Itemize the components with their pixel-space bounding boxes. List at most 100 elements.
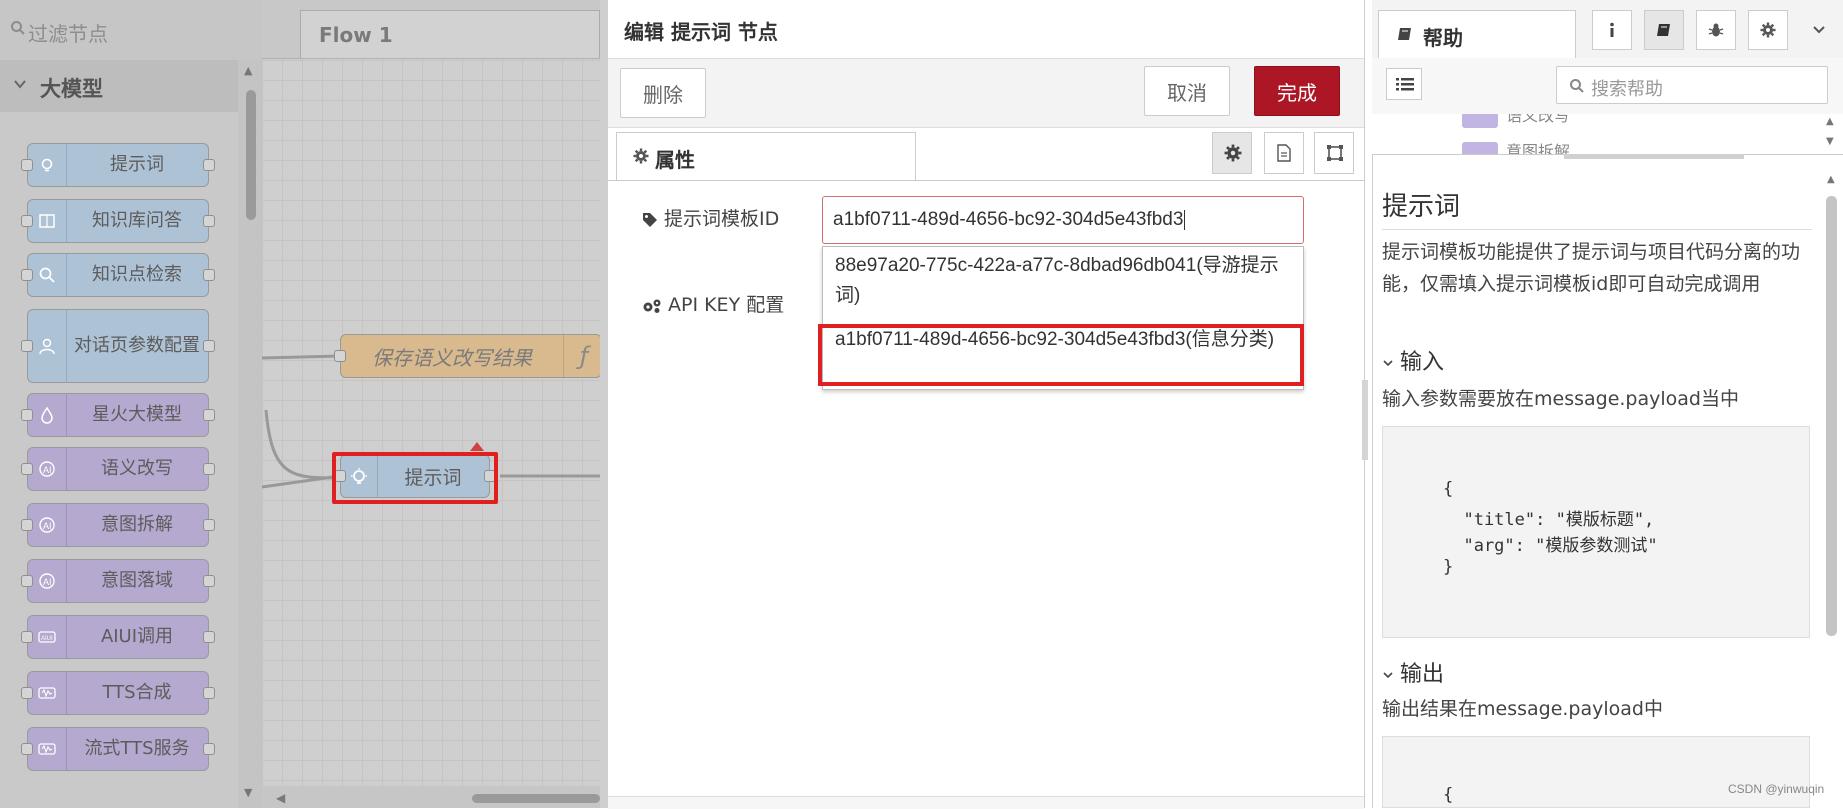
tree-resize-handle[interactable]	[1564, 154, 1744, 159]
scroll-down-icon[interactable]: ▼	[244, 786, 252, 799]
palette-node[interactable]: 知识库问答	[21, 199, 215, 243]
category-header-llm[interactable]: 大模型	[0, 60, 238, 112]
palette-node[interactable]: 流式TTS服务	[21, 727, 215, 771]
wire	[262, 354, 341, 360]
help-search-input[interactable]: 搜索帮助	[1556, 66, 1828, 104]
sidebar-menu-button[interactable]	[1800, 10, 1840, 50]
palette-node[interactable]: AI 语义改写	[21, 447, 215, 491]
info-tab-button[interactable]	[1592, 10, 1632, 50]
svg-text:AI: AI	[43, 465, 52, 475]
bug-icon	[1708, 23, 1724, 37]
node-iconbox	[28, 394, 67, 436]
help-tree: 语义改写 意图拆解	[1372, 114, 1843, 155]
debug-tab-button[interactable]	[1696, 10, 1736, 50]
node-description-button[interactable]	[1264, 132, 1304, 174]
toc-toggle-button[interactable]	[1386, 68, 1422, 100]
ai-icon: AI	[39, 461, 55, 477]
palette-node-label: 语义改写	[101, 457, 173, 479]
book-icon	[1657, 24, 1670, 36]
delete-button[interactable]: 删除	[620, 68, 706, 118]
code-line: "title": "模版标题",	[1443, 510, 1655, 530]
palette-scrollbar[interactable]: ▲ ▼	[238, 60, 262, 808]
help-scrollbar[interactable]: ▲	[1822, 170, 1842, 808]
node-appearance-button[interactable]	[1314, 132, 1354, 174]
palette-node[interactable]: AIUI AIUI调用	[21, 615, 215, 659]
template-id-input[interactable]: a1bf0711-489d-4656-bc92-304d5e43fbd3	[822, 196, 1304, 244]
tray-resize-handle[interactable]	[1362, 380, 1368, 460]
node-iconbox: AI	[28, 504, 67, 546]
palette-node-label: 对话页参数配置	[74, 334, 200, 356]
palette-node[interactable]: 提示词	[21, 143, 215, 187]
palette-filter-placeholder: 过滤节点	[28, 22, 108, 46]
output-port	[203, 340, 215, 352]
cancel-button[interactable]: 取消	[1144, 66, 1230, 116]
gear-icon	[633, 148, 649, 164]
tab-help[interactable]: 帮助	[1378, 10, 1576, 58]
done-button[interactable]: 完成	[1254, 66, 1340, 116]
node-iconbox	[28, 200, 67, 242]
caret-down-icon	[1813, 26, 1825, 34]
tab-flow-1[interactable]: Flow 1	[300, 10, 600, 58]
chevron-down-icon	[1383, 360, 1393, 367]
function-node-save-rewrite[interactable]: 保存语义改写结果 ƒ	[334, 334, 604, 378]
palette-node[interactable]: AI 意图拆解	[21, 503, 215, 547]
node-settings-button[interactable]	[1212, 132, 1252, 174]
output-port	[203, 215, 215, 227]
code-line: }	[1443, 557, 1454, 577]
wire	[262, 474, 341, 489]
function-icon: ƒ	[563, 335, 604, 377]
workspace-hscrollbar[interactable]: ◀	[262, 786, 600, 808]
palette-filter[interactable]: 过滤节点	[0, 0, 262, 61]
template-id-label: 提示词模板ID	[642, 204, 779, 231]
template-id-value: a1bf0711-489d-4656-bc92-304d5e43fbd3	[833, 209, 1184, 230]
node-iconbox	[28, 672, 67, 714]
tray-title: 编辑 提示词 节点	[624, 20, 778, 44]
gear-icon	[1760, 22, 1776, 38]
cogs-icon	[643, 299, 661, 313]
palette-node[interactable]: TTS合成	[21, 671, 215, 715]
palette-scroll-thumb[interactable]	[246, 90, 256, 220]
palette-node[interactable]: 星火大模型	[21, 393, 215, 437]
palette-node[interactable]: 知识点检索	[21, 253, 215, 297]
help-tab-button[interactable]	[1644, 10, 1684, 50]
help-input-text: 输入参数需要放在message.payload当中	[1382, 388, 1739, 410]
svg-text:AI: AI	[43, 521, 52, 531]
scroll-down-icon[interactable]: ▼	[1826, 136, 1834, 147]
scroll-up-icon[interactable]: ▲	[244, 64, 252, 77]
palette-node-label: TTS合成	[102, 681, 172, 703]
scroll-up-icon[interactable]: ▲	[1826, 116, 1834, 127]
help-scroll-thumb[interactable]	[1826, 196, 1837, 636]
book-icon	[1398, 28, 1411, 40]
palette-node[interactable]: AI 意图落域	[21, 559, 215, 603]
scroll-up-icon[interactable]: ▲	[1827, 174, 1835, 185]
apikey-label: API KEY 配置	[642, 290, 784, 317]
scroll-left-icon[interactable]: ◀	[276, 791, 285, 805]
help-output-text: 输出结果在message.payload中	[1382, 698, 1663, 720]
tree-item[interactable]: 意图拆解	[1462, 138, 1571, 155]
tree-item-label: 意图拆解	[1506, 142, 1571, 155]
svg-text:AI: AI	[43, 577, 52, 587]
workspace-hscroll-thumb[interactable]	[472, 794, 600, 803]
tree-scrollbar[interactable]: ▲ ▼	[1820, 114, 1842, 154]
help-input-heading[interactable]: 输入	[1382, 344, 1444, 376]
search-icon	[1570, 79, 1584, 93]
node-iconbox: AIUI	[28, 616, 67, 658]
ai-icon: AI	[39, 573, 55, 589]
node-changed-indicator	[470, 442, 484, 451]
code-line: {	[1443, 479, 1454, 499]
config-tab-button[interactable]	[1748, 10, 1788, 50]
help-input-heading-text: 输入	[1400, 350, 1445, 375]
aiui-icon: AIUI	[38, 631, 56, 643]
template-id-label-text: 提示词模板ID	[664, 208, 780, 230]
tab-properties[interactable]: 属性	[616, 132, 916, 180]
autocomplete-option[interactable]: 88e97a20-775c-422a-a77c-8dbad96db041(导游提…	[835, 251, 1297, 311]
appearance-icon	[1327, 145, 1343, 161]
palette-node-label: 流式TTS服务	[84, 737, 190, 759]
output-port	[203, 575, 215, 587]
drop-icon	[41, 406, 53, 424]
help-output-heading[interactable]: 输出	[1382, 656, 1444, 688]
palette-node[interactable]: 对话页参数配置	[21, 309, 215, 383]
tree-item[interactable]: 语义改写	[1462, 114, 1570, 128]
chevron-down-icon	[14, 80, 26, 89]
output-port	[203, 409, 215, 421]
